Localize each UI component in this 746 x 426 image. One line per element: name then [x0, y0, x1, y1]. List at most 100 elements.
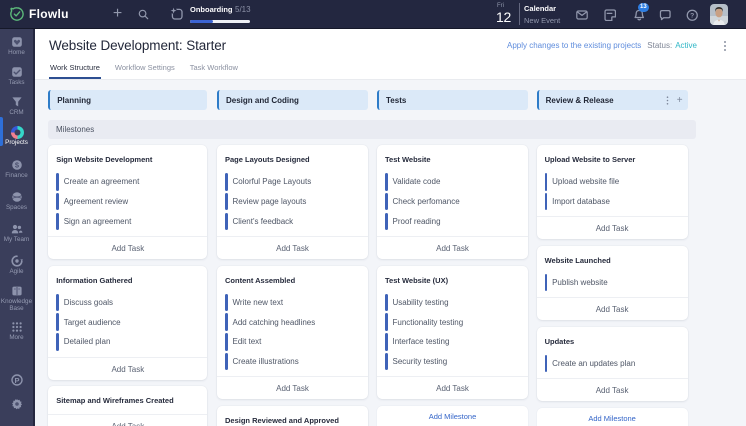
tab-work-structure[interactable]: Work Structure [49, 63, 101, 79]
task-item[interactable]: Add catching headlines [225, 313, 360, 331]
task-label: Publish website [552, 278, 608, 287]
sidebar-item-spaces[interactable]: Spaces [0, 191, 33, 211]
tab-workflow-settings[interactable]: Workflow Settings [114, 63, 176, 79]
column-header[interactable]: Review & Release + [537, 90, 688, 110]
task-item[interactable]: Publish website [545, 274, 680, 292]
add-task-button[interactable]: Add Task [48, 236, 207, 259]
column-header[interactable]: Tests [377, 90, 528, 110]
task-item[interactable]: Discuss goals [56, 294, 199, 312]
search-icon[interactable] [138, 9, 149, 20]
onboarding-label[interactable]: Onboarding [190, 5, 233, 14]
task-item[interactable]: Check perfomance [385, 193, 520, 211]
milestone-title[interactable]: Design Reviewed and Approved [217, 406, 368, 426]
add-milestone-button[interactable]: Add Milestone [537, 408, 688, 426]
column-title: Review & Release [546, 96, 614, 105]
task-item[interactable]: Colorful Page Layouts [225, 173, 360, 191]
milestone-title[interactable]: Website Launched [537, 246, 688, 267]
add-task-button[interactable]: Add Task [537, 216, 688, 239]
task-item[interactable]: Edit text [225, 333, 360, 351]
settings-gear-button[interactable] [0, 398, 33, 411]
notes-icon[interactable] [604, 9, 617, 22]
add-task-button[interactable]: Add Task [48, 357, 207, 380]
milestone-title[interactable]: Test Website [377, 145, 528, 166]
help-icon[interactable]: ? [686, 9, 699, 22]
column-header[interactable]: Design and Coding [217, 90, 368, 110]
task-item[interactable]: Security testing [385, 353, 520, 371]
add-task-button[interactable]: Add Task [377, 236, 528, 259]
milestone-title[interactable]: Test Website (UX) [377, 266, 528, 287]
add-task-button[interactable]: Add Task [217, 376, 368, 399]
add-task-button[interactable]: Add Task [537, 378, 688, 401]
mail-icon[interactable] [576, 9, 588, 21]
task-item[interactable]: Sign an agreement [56, 213, 199, 231]
brand[interactable]: Flowlu [10, 7, 69, 21]
task-item[interactable]: Agreement review [56, 193, 199, 211]
page-title: Website Development: Starter [49, 38, 226, 53]
task-list: Validate code Check perfomance Proof readi… [377, 173, 528, 230]
task-item[interactable]: Client's feedback [225, 213, 360, 231]
add-task-button[interactable]: Add Task [377, 376, 528, 399]
add-task-button[interactable]: Add Task [537, 297, 688, 320]
sidebar-item-more[interactable]: More [0, 321, 33, 341]
milestone-card: Test Website (UX) Usability testingFuncti… [377, 266, 528, 400]
task-item[interactable]: Detailed plan [56, 333, 199, 351]
task-item[interactable]: Validate code [385, 173, 520, 191]
status-value[interactable]: Active [675, 41, 697, 50]
task-item[interactable]: Proof reading [385, 213, 520, 231]
task-item[interactable]: Create an agreement [56, 173, 199, 191]
date-widget[interactable]: Fri 12 [496, 3, 514, 24]
milestone-card: Content Assembled Write new textAdd catch… [217, 266, 368, 400]
sidebar-item-projects[interactable]: Projects [0, 126, 33, 146]
add-task-button[interactable]: Add Task [48, 414, 207, 426]
add-milestone-button[interactable]: Add Milestone [377, 406, 528, 426]
sidebar-item-agile[interactable]: Agile [0, 255, 33, 275]
sidebar-item-finance[interactable]: $Finance [0, 159, 33, 179]
sidebar-item-crm[interactable]: CRM [0, 96, 33, 116]
task-list: Create an updates plan [537, 355, 688, 373]
crm-icon [11, 96, 23, 108]
task-item[interactable]: Import database [545, 193, 680, 211]
task-status-bar [56, 333, 59, 351]
column-cards: Sign Website Development Create an agreem… [48, 145, 207, 426]
column-header[interactable]: Planning [48, 90, 207, 110]
milestone-title[interactable]: Upload Website to Server [537, 145, 688, 166]
milestone-title[interactable]: Page Layouts Designed [217, 145, 368, 166]
brand-name: Flowlu [29, 7, 69, 21]
task-item[interactable]: Create an updates plan [545, 355, 680, 373]
task-item[interactable]: Target audience [56, 313, 199, 331]
milestone-title[interactable]: Information Gathered [48, 266, 207, 287]
task-item[interactable]: Functionality testing [385, 313, 520, 331]
sidebar-item-my-team[interactable]: My Team [0, 223, 33, 243]
task-item[interactable]: Review page layouts [225, 193, 360, 211]
apply-changes-link[interactable]: Apply changes to the existing projects [507, 41, 641, 50]
task-list: Usability testingFunctionality testing In… [377, 294, 528, 371]
partner-button[interactable]: P [0, 374, 33, 387]
column-menu-dots-icon[interactable] [664, 96, 671, 105]
tab-task-workflow[interactable]: Task Workflow [189, 63, 239, 79]
task-item[interactable]: Create illustrations [225, 353, 360, 371]
chat-icon[interactable] [659, 9, 672, 22]
header-menu-dots-icon[interactable] [720, 40, 730, 52]
column-add-icon[interactable]: + [677, 96, 683, 105]
milestone-title[interactable]: Sitemap and Wireframes Created [48, 386, 207, 407]
task-item[interactable]: Upload website file [545, 173, 680, 191]
milestone-title[interactable]: Sign Website Development [48, 145, 207, 166]
calendar-widget[interactable]: Calendar New Event [524, 4, 560, 25]
milestones-row[interactable]: Milestones [48, 120, 696, 139]
milestone-title[interactable]: Content Assembled [217, 266, 368, 287]
add-task-button[interactable]: Add Task [217, 236, 368, 259]
sidebar-item-home[interactable]: Home [0, 36, 33, 56]
task-item[interactable]: Write new text [225, 294, 360, 312]
column-cards: Page Layouts Designed Colorful Page Layou… [217, 145, 368, 426]
task-label: Create illustrations [233, 357, 299, 366]
task-label: Edit text [233, 337, 262, 346]
milestone-title[interactable]: Updates [537, 327, 688, 348]
add-icon[interactable]: + [111, 7, 124, 18]
task-status-bar [225, 173, 228, 191]
task-item[interactable]: Interface testing [385, 333, 520, 351]
sidebar-item-knowledge-base[interactable]: Knowledge Base [0, 285, 33, 312]
user-avatar[interactable] [710, 4, 728, 25]
task-item[interactable]: Usability testing [385, 294, 520, 312]
sidebar-item-tasks[interactable]: Tasks [0, 66, 33, 86]
onboarding-icon[interactable] [170, 7, 183, 20]
